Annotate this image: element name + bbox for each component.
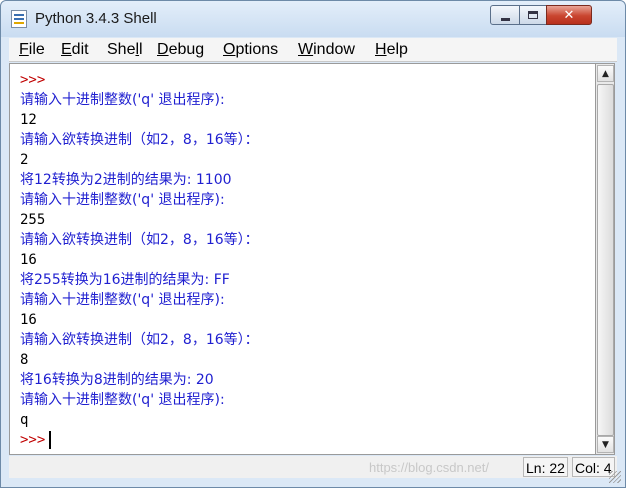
shell-input-line: 16 — [20, 250, 259, 270]
shell-output-line: 请输入十进制整数('q' 退出程序): — [20, 190, 259, 210]
resize-grip[interactable] — [609, 471, 621, 483]
shell-line-text: 请输入十进制整数('q' 退出程序): — [20, 192, 225, 208]
minimize-icon — [500, 17, 510, 21]
shell-input-line: q — [20, 410, 259, 430]
shell-prompt-line: >>> — [20, 430, 259, 450]
shell-output-line: 将16转换为8进制的结果为: 20 — [20, 370, 259, 390]
shell-output-line: 请输入十进制整数('q' 退出程序): — [20, 90, 259, 110]
shell-input-line: 12 — [20, 110, 259, 130]
shell-line-text: 请输入欲转换进制（如2，8，16等）： — [20, 132, 259, 148]
watermark: https://blog.csdn.net/ — [369, 460, 489, 475]
shell-input-line: 255 — [20, 210, 259, 230]
menu-help[interactable]: Help — [375, 41, 408, 59]
shell-input-line: 8 — [20, 350, 259, 370]
shell-line-text: 请输入欲转换进制（如2，8，16等）： — [20, 332, 259, 348]
shell-input-line: 16 — [20, 310, 259, 330]
shell-output: >>> 请输入十进制整数('q' 退出程序): 12 请输入欲转换进制（如2，8，16… — [20, 70, 259, 450]
shell-line-text: 8 — [20, 352, 29, 368]
shell-line-text: q — [20, 412, 29, 428]
menu-shell[interactable]: Shell — [107, 41, 143, 59]
menu-bar: File Edit Shell Debug Options Window Hel… — [9, 38, 617, 62]
shell-line-text: >>> — [20, 432, 46, 448]
status-line: Ln: 22 — [523, 457, 568, 477]
shell-line-text: 请输入欲转换进制（如2，8，16等）： — [20, 232, 259, 248]
shell-text-area[interactable]: >>> 请输入十进制整数('q' 退出程序): 12 请输入欲转换进制（如2，8，16… — [9, 63, 595, 455]
shell-output-line: 请输入十进制整数('q' 退出程序): — [20, 290, 259, 310]
title-bar[interactable]: Python 3.4.3 Shell ✕ — [1, 1, 625, 37]
shell-output-line: 将12转换为2进制的结果为: 1100 — [20, 170, 259, 190]
menu-window[interactable]: Window — [298, 41, 355, 59]
maximize-button[interactable] — [519, 5, 547, 25]
arrow-down-icon[interactable]: ▼ — [597, 436, 614, 453]
shell-line-text: 请输入十进制整数('q' 退出程序): — [20, 392, 225, 408]
close-icon: ✕ — [563, 7, 575, 23]
menu-edit[interactable]: Edit — [61, 41, 89, 59]
shell-prompt-line: >>> — [20, 70, 259, 90]
shell-line-text: 将255转换为16进制的结果为: FF — [20, 272, 230, 288]
shell-line-text: 将16转换为8进制的结果为: 20 — [20, 372, 214, 388]
window-title: Python 3.4.3 Shell — [35, 10, 157, 27]
menu-debug[interactable]: Debug — [157, 41, 204, 59]
shell-line-text: 请输入十进制整数('q' 退出程序): — [20, 292, 225, 308]
shell-line-text: >>> — [20, 72, 46, 88]
shell-line-text: 请输入十进制整数('q' 退出程序): — [20, 92, 225, 108]
idle-shell-window: Python 3.4.3 Shell ✕ File Edit Shell Deb… — [0, 0, 626, 488]
close-button[interactable]: ✕ — [546, 5, 592, 25]
menu-options[interactable]: Options — [223, 41, 278, 59]
shell-line-text: 255 — [20, 212, 46, 228]
shell-output-line: 请输入欲转换进制（如2，8，16等）： — [20, 130, 259, 150]
arrow-up-icon[interactable]: ▲ — [597, 65, 614, 82]
shell-output-line: 请输入欲转换进制（如2，8，16等）： — [20, 230, 259, 250]
menu-file[interactable]: File — [19, 41, 45, 59]
text-cursor — [49, 431, 52, 449]
shell-output-line: 将255转换为16进制的结果为: FF — [20, 270, 259, 290]
shell-line-text: 16 — [20, 312, 37, 328]
minimize-button[interactable] — [490, 5, 520, 25]
shell-line-text: 16 — [20, 252, 37, 268]
shell-output-line: 请输入十进制整数('q' 退出程序): — [20, 390, 259, 410]
shell-output-line: 请输入欲转换进制（如2，8，16等）： — [20, 330, 259, 350]
shell-input-line: 2 — [20, 150, 259, 170]
vertical-scrollbar[interactable]: ▲ ▼ — [595, 63, 615, 455]
shell-line-text: 2 — [20, 152, 29, 168]
shell-line-text: 12 — [20, 112, 37, 128]
scrollbar-thumb[interactable] — [597, 84, 614, 436]
python-idle-icon — [11, 10, 27, 28]
maximize-icon — [528, 11, 538, 19]
shell-line-text: 将12转换为2进制的结果为: 1100 — [20, 172, 232, 188]
